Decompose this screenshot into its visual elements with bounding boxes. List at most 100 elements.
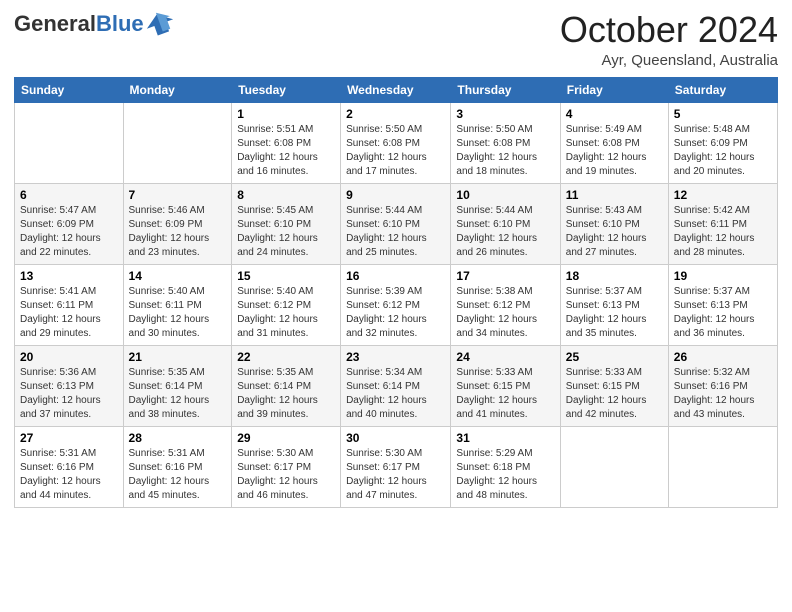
day-info: Sunrise: 5:45 AM Sunset: 6:10 PM Dayligh… <box>237 204 335 260</box>
day-number: 6 <box>20 188 118 202</box>
title-block: October 2024 Ayr, Queensland, Australia <box>560 10 778 69</box>
day-info: Sunrise: 5:50 AM Sunset: 6:08 PM Dayligh… <box>456 123 554 179</box>
day-number: 2 <box>346 107 445 121</box>
calendar-week-row: 20Sunrise: 5:36 AM Sunset: 6:13 PM Dayli… <box>15 345 778 426</box>
calendar-cell: 23 Sunrise: 5:34 AM Sunset: 6:14 PM Dayli… <box>341 345 451 426</box>
day-number: 27 <box>20 431 118 445</box>
subtitle: Ayr, Queensland, Australia <box>560 52 778 69</box>
calendar-cell: 8 Sunrise: 5:45 AM Sunset: 6:10 PM Daylig… <box>232 183 341 264</box>
day-info: Sunrise: 5:31 AM Sunset: 6:16 PM Dayligh… <box>20 447 118 503</box>
calendar-week-row: 1Sunrise: 5:51 AM Sunset: 6:08 PM Daylig… <box>15 102 778 183</box>
day-number: 12 <box>674 188 772 202</box>
day-number: 24 <box>456 350 554 364</box>
calendar-cell: 25 Sunrise: 5:33 AM Sunset: 6:15 PM Dayli… <box>560 345 668 426</box>
col-header-wednesday: Wednesday <box>341 77 451 102</box>
day-info: Sunrise: 5:42 AM Sunset: 6:11 PM Dayligh… <box>674 204 772 260</box>
day-info: Sunrise: 5:47 AM Sunset: 6:09 PM Dayligh… <box>20 204 118 260</box>
day-info: Sunrise: 5:33 AM Sunset: 6:15 PM Dayligh… <box>566 366 663 422</box>
day-number: 16 <box>346 269 445 283</box>
day-number: 14 <box>129 269 227 283</box>
calendar-cell: 1Sunrise: 5:51 AM Sunset: 6:08 PM Daylig… <box>232 102 341 183</box>
day-number: 22 <box>237 350 335 364</box>
day-info: Sunrise: 5:35 AM Sunset: 6:14 PM Dayligh… <box>129 366 227 422</box>
calendar-week-row: 6 Sunrise: 5:47 AM Sunset: 6:09 PM Daylig… <box>15 183 778 264</box>
calendar-cell: 31 Sunrise: 5:29 AM Sunset: 6:18 PM Dayli… <box>451 426 560 507</box>
day-info: Sunrise: 5:30 AM Sunset: 6:17 PM Dayligh… <box>346 447 445 503</box>
day-number: 7 <box>129 188 227 202</box>
calendar-cell: 9Sunrise: 5:44 AM Sunset: 6:10 PM Daylig… <box>341 183 451 264</box>
day-info: Sunrise: 5:33 AM Sunset: 6:15 PM Dayligh… <box>456 366 554 422</box>
day-number: 5 <box>674 107 772 121</box>
logo-bird-icon <box>146 10 174 38</box>
calendar-cell: 22 Sunrise: 5:35 AM Sunset: 6:14 PM Dayli… <box>232 345 341 426</box>
day-info: Sunrise: 5:37 AM Sunset: 6:13 PM Dayligh… <box>566 285 663 341</box>
day-number: 29 <box>237 431 335 445</box>
day-number: 15 <box>237 269 335 283</box>
day-number: 1 <box>237 107 335 121</box>
day-info: Sunrise: 5:48 AM Sunset: 6:09 PM Dayligh… <box>674 123 772 179</box>
logo-general: General <box>14 13 96 35</box>
day-info: Sunrise: 5:36 AM Sunset: 6:13 PM Dayligh… <box>20 366 118 422</box>
calendar-cell <box>15 102 124 183</box>
col-header-friday: Friday <box>560 77 668 102</box>
day-number: 28 <box>129 431 227 445</box>
calendar-cell: 30 Sunrise: 5:30 AM Sunset: 6:17 PM Dayli… <box>341 426 451 507</box>
calendar-week-row: 13 Sunrise: 5:41 AM Sunset: 6:11 PM Dayli… <box>15 264 778 345</box>
calendar-cell <box>560 426 668 507</box>
day-info: Sunrise: 5:44 AM Sunset: 6:10 PM Dayligh… <box>456 204 554 260</box>
day-info: Sunrise: 5:39 AM Sunset: 6:12 PM Dayligh… <box>346 285 445 341</box>
calendar-cell: 24 Sunrise: 5:33 AM Sunset: 6:15 PM Dayli… <box>451 345 560 426</box>
day-info: Sunrise: 5:29 AM Sunset: 6:18 PM Dayligh… <box>456 447 554 503</box>
day-info: Sunrise: 5:41 AM Sunset: 6:11 PM Dayligh… <box>20 285 118 341</box>
day-info: Sunrise: 5:50 AM Sunset: 6:08 PM Dayligh… <box>346 123 445 179</box>
calendar-cell: 18 Sunrise: 5:37 AM Sunset: 6:13 PM Dayli… <box>560 264 668 345</box>
day-info: Sunrise: 5:40 AM Sunset: 6:12 PM Dayligh… <box>237 285 335 341</box>
day-info: Sunrise: 5:37 AM Sunset: 6:13 PM Dayligh… <box>674 285 772 341</box>
calendar-cell: 21 Sunrise: 5:35 AM Sunset: 6:14 PM Dayli… <box>123 345 232 426</box>
day-number: 30 <box>346 431 445 445</box>
col-header-thursday: Thursday <box>451 77 560 102</box>
col-header-tuesday: Tuesday <box>232 77 341 102</box>
calendar-cell: 17Sunrise: 5:38 AM Sunset: 6:12 PM Dayli… <box>451 264 560 345</box>
calendar-cell: 6 Sunrise: 5:47 AM Sunset: 6:09 PM Daylig… <box>15 183 124 264</box>
day-number: 10 <box>456 188 554 202</box>
calendar-cell: 10 Sunrise: 5:44 AM Sunset: 6:10 PM Dayli… <box>451 183 560 264</box>
day-info: Sunrise: 5:38 AM Sunset: 6:12 PM Dayligh… <box>456 285 554 341</box>
calendar-cell: 16 Sunrise: 5:39 AM Sunset: 6:12 PM Dayli… <box>341 264 451 345</box>
calendar-cell: 29Sunrise: 5:30 AM Sunset: 6:17 PM Dayli… <box>232 426 341 507</box>
day-number: 18 <box>566 269 663 283</box>
day-number: 25 <box>566 350 663 364</box>
day-number: 21 <box>129 350 227 364</box>
day-number: 11 <box>566 188 663 202</box>
calendar-cell: 28Sunrise: 5:31 AM Sunset: 6:16 PM Dayli… <box>123 426 232 507</box>
day-info: Sunrise: 5:35 AM Sunset: 6:14 PM Dayligh… <box>237 366 335 422</box>
day-info: Sunrise: 5:43 AM Sunset: 6:10 PM Dayligh… <box>566 204 663 260</box>
col-header-monday: Monday <box>123 77 232 102</box>
col-header-sunday: Sunday <box>15 77 124 102</box>
day-info: Sunrise: 5:32 AM Sunset: 6:16 PM Dayligh… <box>674 366 772 422</box>
calendar-cell <box>668 426 777 507</box>
day-number: 23 <box>346 350 445 364</box>
calendar-cell: 12 Sunrise: 5:42 AM Sunset: 6:11 PM Dayli… <box>668 183 777 264</box>
day-info: Sunrise: 5:49 AM Sunset: 6:08 PM Dayligh… <box>566 123 663 179</box>
col-header-saturday: Saturday <box>668 77 777 102</box>
calendar-cell <box>123 102 232 183</box>
logo-text: GeneralBlue <box>14 10 174 38</box>
logo-blue: Blue <box>96 13 144 35</box>
day-number: 13 <box>20 269 118 283</box>
calendar-week-row: 27 Sunrise: 5:31 AM Sunset: 6:16 PM Dayli… <box>15 426 778 507</box>
day-info: Sunrise: 5:34 AM Sunset: 6:14 PM Dayligh… <box>346 366 445 422</box>
calendar-cell: 4Sunrise: 5:49 AM Sunset: 6:08 PM Daylig… <box>560 102 668 183</box>
calendar-cell: 15 Sunrise: 5:40 AM Sunset: 6:12 PM Dayli… <box>232 264 341 345</box>
calendar-cell: 11 Sunrise: 5:43 AM Sunset: 6:10 PM Dayli… <box>560 183 668 264</box>
page: GeneralBlue October 2024 Ayr, Queensland… <box>0 0 792 612</box>
calendar-cell: 27 Sunrise: 5:31 AM Sunset: 6:16 PM Dayli… <box>15 426 124 507</box>
day-number: 31 <box>456 431 554 445</box>
calendar-table: SundayMondayTuesdayWednesdayThursdayFrid… <box>14 77 778 508</box>
day-number: 8 <box>237 188 335 202</box>
day-info: Sunrise: 5:44 AM Sunset: 6:10 PM Dayligh… <box>346 204 445 260</box>
calendar-cell: 13 Sunrise: 5:41 AM Sunset: 6:11 PM Dayli… <box>15 264 124 345</box>
day-info: Sunrise: 5:46 AM Sunset: 6:09 PM Dayligh… <box>129 204 227 260</box>
calendar-cell: 20Sunrise: 5:36 AM Sunset: 6:13 PM Dayli… <box>15 345 124 426</box>
header: GeneralBlue October 2024 Ayr, Queensland… <box>14 10 778 69</box>
